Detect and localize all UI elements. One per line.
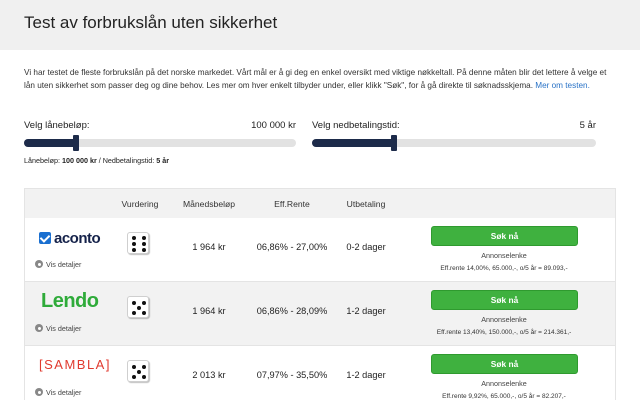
dice-pip [132,375,136,379]
dice-pip [142,236,146,240]
payout-time: 1-2 dager [346,370,386,380]
repayment-time-slider-handle[interactable] [391,135,398,151]
header-rate: Eff.Rente [274,199,310,209]
repayment-time-value: 5 år [579,120,596,131]
apply-button[interactable]: Søk nå [431,290,578,310]
loan-amount-value: 100 000 kr [251,120,296,131]
effective-rate-example: Eff.rente 14,00%, 65.000,-, o/5 år = 89.… [440,265,568,272]
aconto-logo: aconto [39,230,101,248]
loan-amount-slider-fill [24,139,76,147]
eye-icon [35,260,43,268]
dice-pip [142,365,146,369]
eye-icon [35,324,43,332]
ad-link-label: Annonselenke [481,315,527,324]
header-rating: Vurdering [121,199,159,209]
repayment-time-slider[interactable] [312,135,596,151]
payout-time: 1-2 dager [346,306,386,316]
table-row: aconto Vis detaljer 1 964 kr 06,86% - 27… [25,218,615,282]
summary-amount: 100 000 kr [61,156,97,165]
dice-pip [142,242,146,246]
loan-amount-slider-handle[interactable] [72,135,79,151]
apply-button[interactable]: Søk nå [431,226,578,246]
more-about-test-link[interactable]: Mer om testen. [535,81,590,90]
dice-pip [137,306,141,310]
dice-rating-icon [127,232,149,254]
dice-pip [132,365,136,369]
page-header: Test av forbrukslån uten sikkerhet [0,0,640,50]
apply-button[interactable]: Søk nå [431,354,578,374]
ad-link-label: Annonselenke [481,379,527,388]
table-header: Vurdering Månedsbeløp Eff.Rente Utbetali… [25,189,615,218]
page-title: Test av forbrukslån uten sikkerhet [24,13,278,32]
dice-pip [142,248,146,252]
dice-pip [137,370,141,374]
header-monthly: Månedsbeløp [182,199,236,209]
summary-term: 5 år [156,156,170,165]
selection-summary: Lånebeløp: 100 000 kr / Nedbetalingstid:… [24,156,170,165]
dice-pip [132,248,136,252]
loan-amount-label: Velg lånebeløp: [24,120,90,131]
effective-rate: 06,86% - 27,00% [256,242,328,252]
dice-rating-icon [127,360,149,382]
dice-pip [142,301,146,305]
dice-pip [132,311,136,315]
show-details-link[interactable]: Vis detaljer [35,388,81,397]
ad-link-label: Annonselenke [481,251,527,260]
monthly-amount: 1 964 kr [192,306,226,316]
loan-amount-slider[interactable] [24,135,296,151]
dice-pip [142,311,146,315]
sambla-logo: [SAMBLA] [39,357,111,372]
eye-icon [35,388,43,396]
table-row: Lendo Vis detaljer 1 964 kr 06,86% - 28,… [25,282,615,346]
monthly-amount: 1 964 kr [192,242,226,252]
intro-text: Vi har testet de fleste forbrukslån på d… [24,66,616,92]
repayment-time-label: Velg nedbetalingstid: [312,120,400,131]
show-details-link[interactable]: Vis detaljer [35,324,81,333]
dice-rating-icon [127,296,149,318]
dice-pip [132,301,136,305]
header-payout: Utbetaling [346,199,386,209]
effective-rate: 06,86% - 28,09% [256,306,328,316]
monthly-amount: 2 013 kr [192,370,226,380]
checkbox-icon [39,232,51,244]
lendo-logo: Lendo [41,290,99,312]
repayment-time-slider-fill [312,139,395,147]
dice-pip [142,375,146,379]
dice-pip [132,236,136,240]
dice-pip [132,242,136,246]
table-row: [SAMBLA] Vis detaljer 2 013 kr 07,97% - … [25,346,615,400]
payout-time: 0-2 dager [346,242,386,252]
show-details-link[interactable]: Vis detaljer [35,260,81,269]
loan-comparison-table: Vurdering Månedsbeløp Eff.Rente Utbetali… [24,188,616,400]
effective-rate-example: Eff.rente 9,92%, 65.000,-, o/5 år = 82.2… [442,393,566,400]
effective-rate: 07,97% - 35,50% [256,370,328,380]
effective-rate-example: Eff.rente 13,40%, 150.000,-, o/5 år = 21… [436,329,572,336]
intro-paragraph: Vi har testet de fleste forbrukslån på d… [24,68,607,91]
